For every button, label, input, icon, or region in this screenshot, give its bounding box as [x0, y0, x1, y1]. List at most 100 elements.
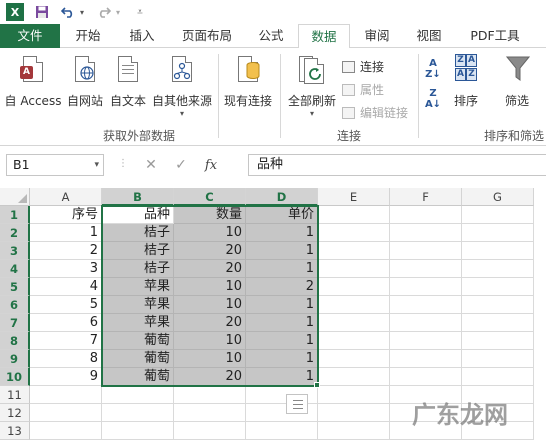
table-cell[interactable] [102, 422, 174, 440]
table-cell[interactable]: 葡萄 [102, 332, 174, 350]
table-cell[interactable] [462, 206, 534, 224]
table-cell[interactable]: 10 [174, 296, 246, 314]
formula-input[interactable]: 品种 [248, 154, 546, 176]
connections-button[interactable]: 连接 [342, 58, 384, 75]
table-cell[interactable]: 1 [246, 350, 318, 368]
table-cell[interactable] [390, 296, 462, 314]
table-cell[interactable]: 2 [30, 242, 102, 260]
undo-icon[interactable] [60, 4, 76, 20]
column-header[interactable]: D [246, 188, 318, 206]
row-header[interactable]: 11 [0, 386, 30, 404]
row-header[interactable]: 13 [0, 422, 30, 440]
table-cell[interactable]: 20 [174, 260, 246, 278]
column-header[interactable]: B [102, 188, 174, 206]
table-cell[interactable] [318, 422, 390, 440]
table-cell[interactable]: 葡萄 [102, 368, 174, 386]
table-cell[interactable]: 6 [30, 314, 102, 332]
row-header[interactable]: 12 [0, 404, 30, 422]
column-header[interactable]: G [462, 188, 534, 206]
table-cell[interactable]: 1 [30, 224, 102, 242]
table-cell[interactable] [390, 314, 462, 332]
table-cell[interactable] [462, 224, 534, 242]
table-cell[interactable]: 10 [174, 350, 246, 368]
table-cell[interactable] [462, 368, 534, 386]
table-cell[interactable]: 8 [30, 350, 102, 368]
column-header[interactable]: A [30, 188, 102, 206]
table-cell[interactable]: 单价 [246, 206, 318, 224]
table-cell[interactable]: 10 [174, 332, 246, 350]
select-all-button[interactable] [0, 188, 30, 206]
table-cell[interactable]: 桔子 [102, 224, 174, 242]
table-cell[interactable] [390, 278, 462, 296]
redo-icon[interactable] [96, 4, 112, 20]
table-cell[interactable] [30, 404, 102, 422]
table-cell[interactable] [462, 314, 534, 332]
existing-connections-button[interactable]: 现有连接 [220, 54, 276, 109]
table-cell[interactable]: 苹果 [102, 314, 174, 332]
table-cell[interactable]: 20 [174, 314, 246, 332]
quick-analysis-icon[interactable] [286, 394, 308, 414]
tab-review[interactable]: 审阅 [352, 24, 402, 48]
filter-button[interactable]: 筛选 [496, 54, 538, 109]
row-header[interactable]: 5 [0, 278, 30, 296]
table-cell[interactable] [318, 332, 390, 350]
table-cell[interactable]: 5 [30, 296, 102, 314]
table-cell[interactable]: 葡萄 [102, 350, 174, 368]
table-cell[interactable]: 1 [246, 368, 318, 386]
table-cell[interactable]: 4 [30, 278, 102, 296]
table-cell[interactable]: 20 [174, 368, 246, 386]
table-cell[interactable] [390, 350, 462, 368]
tab-formulas[interactable]: 公式 [246, 24, 296, 48]
table-cell[interactable]: 桔子 [102, 260, 174, 278]
tab-insert[interactable]: 插入 [116, 24, 168, 48]
table-cell[interactable] [390, 206, 462, 224]
table-cell[interactable] [462, 332, 534, 350]
tab-pdf-tools[interactable]: PDF工具 [458, 24, 532, 48]
table-cell[interactable] [174, 404, 246, 422]
sort-descending-button[interactable]: Z A↓ [422, 88, 444, 110]
row-header[interactable]: 4 [0, 260, 30, 278]
tab-view[interactable]: 视图 [404, 24, 454, 48]
sort-ascending-button[interactable]: A Z↓ [422, 58, 444, 80]
table-cell[interactable] [390, 332, 462, 350]
table-cell[interactable]: 数量 [174, 206, 246, 224]
table-cell[interactable]: 品种 [102, 206, 174, 224]
row-header[interactable]: 9 [0, 350, 30, 368]
from-text-button[interactable]: 自文本 [106, 54, 150, 109]
table-cell[interactable] [462, 278, 534, 296]
table-cell[interactable]: 1 [246, 296, 318, 314]
column-header[interactable]: F [390, 188, 462, 206]
table-cell[interactable] [462, 296, 534, 314]
table-cell[interactable]: 苹果 [102, 296, 174, 314]
drag-handle-icon[interactable]: ⋮ [118, 158, 128, 169]
table-cell[interactable] [318, 350, 390, 368]
row-header[interactable]: 3 [0, 242, 30, 260]
table-cell[interactable] [174, 386, 246, 404]
customize-icon[interactable]: ⩡ [132, 4, 148, 20]
table-cell[interactable] [462, 242, 534, 260]
row-header[interactable]: 8 [0, 332, 30, 350]
table-cell[interactable]: 序号 [30, 206, 102, 224]
fill-handle[interactable] [314, 382, 320, 388]
dropdown-arrow-icon[interactable]: ▾ [94, 155, 99, 175]
table-cell[interactable] [318, 368, 390, 386]
table-cell[interactable]: 3 [30, 260, 102, 278]
row-header[interactable]: 1 [0, 206, 30, 224]
table-cell[interactable]: 1 [246, 332, 318, 350]
tab-home[interactable]: 开始 [62, 24, 114, 48]
save-icon[interactable] [34, 4, 50, 20]
tab-page-layout[interactable]: 页面布局 [170, 24, 244, 48]
table-cell[interactable] [318, 404, 390, 422]
table-cell[interactable] [174, 422, 246, 440]
table-cell[interactable]: 9 [30, 368, 102, 386]
table-cell[interactable]: 1 [246, 314, 318, 332]
table-cell[interactable] [30, 386, 102, 404]
name-box[interactable]: B1 ▾ [6, 154, 104, 176]
dropdown-arrow-icon[interactable]: ▾ [114, 4, 122, 20]
column-header[interactable]: E [318, 188, 390, 206]
from-other-sources-button[interactable]: 自其他来源 ▾ [150, 54, 214, 118]
table-cell[interactable]: 10 [174, 278, 246, 296]
table-cell[interactable]: 1 [246, 260, 318, 278]
table-cell[interactable] [462, 350, 534, 368]
table-cell[interactable] [318, 242, 390, 260]
